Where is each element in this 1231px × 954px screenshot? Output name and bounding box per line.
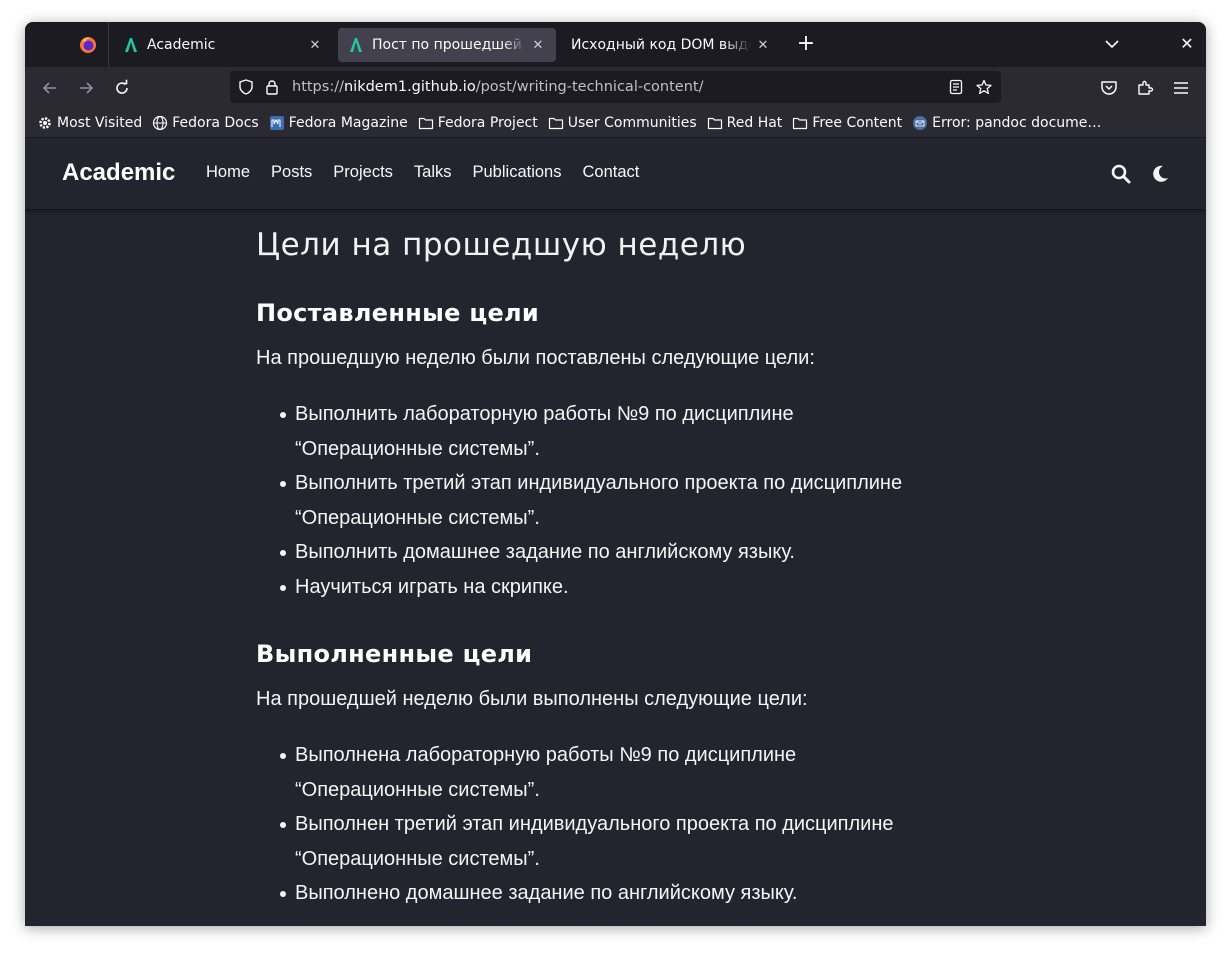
navigation-toolbar: https://nikdem1.github.io/post/writing-t…	[25, 67, 1206, 108]
bookmark-fedora-magazine[interactable]: Fedora Magazine	[269, 115, 408, 131]
site-navbar: Academic Home Posts Projects Talks Publi…	[25, 139, 1206, 209]
url-host: nikdem1.github.io	[343, 79, 476, 95]
close-window-button[interactable]: ✕	[1177, 34, 1197, 54]
folder-icon	[418, 117, 433, 129]
url-scheme: https://	[292, 79, 344, 95]
shield-icon[interactable]	[238, 79, 254, 95]
url-bar[interactable]: https://nikdem1.github.io/post/writing-t…	[230, 71, 1001, 103]
tab-title: Исходный код DOM выделения	[571, 37, 751, 53]
web-page: Academic Home Posts Projects Talks Publi…	[25, 139, 1206, 926]
tab-title: Academic	[147, 37, 216, 53]
menu-item-contact[interactable]: Contact	[582, 163, 639, 182]
bookmark-label: User Communities	[567, 114, 697, 131]
back-button[interactable]	[38, 76, 62, 100]
bookmark-label: Most Visited	[57, 114, 143, 131]
puzzle-icon	[1138, 80, 1154, 95]
close-tab-icon[interactable]: ✕	[530, 38, 546, 53]
academic-logo-icon	[125, 38, 137, 52]
bookmark-pandoc-error[interactable]: Error: pandoc docume…	[912, 115, 1101, 131]
url-path: /post/writing-technical-content/	[475, 79, 704, 95]
reader-view-icon[interactable]	[948, 79, 964, 95]
bookmarks-toolbar: Most Visited Fedora Docs Fedora Magazine…	[25, 108, 1206, 138]
bookmark-label: Error: pandoc docume…	[932, 114, 1102, 131]
list-item: Выполнено домашнее задание по английском…	[276, 876, 976, 911]
list-item: Выполнена лабораторную работы №9 по дисц…	[276, 738, 976, 807]
folder-icon	[548, 117, 563, 129]
fedora-magazine-icon	[269, 115, 284, 130]
globe-icon	[153, 115, 168, 130]
list-item: Выполнить лабораторную работы №9 по дисц…	[276, 397, 976, 466]
folder-icon	[707, 117, 722, 129]
close-tab-icon[interactable]: ✕	[755, 38, 771, 53]
site-brand-link[interactable]: Academic	[62, 159, 175, 187]
tab-post[interactable]: Пост по прошедшей неделе ✕	[338, 28, 556, 62]
forward-button[interactable]	[74, 76, 98, 100]
bookmark-label: Fedora Magazine	[288, 114, 408, 131]
new-tab-button[interactable]: +	[793, 32, 819, 58]
section-intro: На прошедшей неделю были выполнены следу…	[256, 688, 808, 710]
tab-title: Пост по прошедшей неделе	[372, 37, 526, 53]
bookmark-most-visited[interactable]: Most Visited	[37, 115, 142, 131]
list-item: Выполнить домашнее задание по английском…	[276, 535, 976, 570]
reload-icon	[116, 79, 128, 94]
reload-button[interactable]	[110, 76, 134, 100]
goals-list: Выполнить лабораторную работы №9 по дисц…	[276, 397, 976, 604]
tab-strip: Academic ✕ Пост по прошедшей неделе ✕ Ис…	[25, 22, 1206, 67]
browser-window: Academic ✕ Пост по прошедшей неделе ✕ Ис…	[25, 22, 1206, 926]
menu-item-projects[interactable]: Projects	[333, 163, 393, 182]
url-text[interactable]: https://nikdem1.github.io/post/writing-t…	[292, 71, 703, 103]
bookmark-label: Fedora Docs	[172, 114, 259, 131]
extensions-button[interactable]	[1133, 76, 1157, 100]
pocket-icon	[1101, 81, 1117, 95]
arrow-left-icon	[42, 82, 56, 94]
article: Цели на прошедшую неделю Поставленные це…	[256, 227, 976, 926]
section-heading: Выполненные цели	[256, 640, 533, 668]
bookmark-label: Red Hat	[726, 114, 783, 131]
arrow-right-icon	[80, 82, 94, 94]
list-item: Выполнен третий этап индивидуального про…	[276, 807, 976, 876]
bookmark-user-communities[interactable]: User Communities	[548, 115, 697, 131]
pocket-button[interactable]	[1097, 76, 1121, 100]
tab-dom-source[interactable]: Исходный код DOM выделения ✕	[561, 28, 781, 62]
menu-item-publications[interactable]: Publications	[473, 163, 562, 182]
menu-item-talks[interactable]: Talks	[414, 163, 452, 182]
list-item: Выполнить третий этап индивидуального пр…	[276, 466, 976, 535]
folder-icon	[793, 117, 808, 129]
star-icon[interactable]	[976, 79, 992, 95]
chevron-down-icon[interactable]	[1102, 34, 1122, 54]
bookmark-label: Fedora Project	[437, 114, 538, 131]
bookmark-fedora-docs[interactable]: Fedora Docs	[152, 114, 259, 131]
menu-item-home[interactable]: Home	[206, 163, 250, 182]
bookmark-page-icon	[913, 115, 928, 130]
bookmark-red-hat[interactable]: Red Hat	[707, 114, 783, 131]
firefox-icon	[79, 36, 96, 53]
menu-item-posts[interactable]: Posts	[271, 163, 312, 182]
site-menu: Home Posts Projects Talks Publications C…	[206, 163, 660, 182]
close-tab-icon[interactable]: ✕	[307, 38, 323, 53]
gear-icon	[39, 116, 51, 129]
list-item: Научиться играть на скрипке.	[276, 570, 976, 605]
bookmark-fedora-project[interactable]: Fedora Project	[418, 115, 538, 131]
hamburger-menu-icon	[1174, 82, 1188, 94]
search-icon[interactable]	[1110, 163, 1132, 185]
page-title: Цели на прошедшую неделю	[256, 227, 747, 263]
section-intro: На прошедшую неделю были поставлены след…	[256, 347, 815, 369]
academic-logo-icon	[350, 38, 362, 52]
tab-academic[interactable]: Academic ✕	[113, 28, 333, 62]
lock-icon[interactable]	[264, 79, 280, 95]
bookmark-label: Free Content	[812, 114, 903, 131]
menu-button[interactable]	[1169, 76, 1193, 100]
bookmark-free-content[interactable]: Free Content	[792, 115, 902, 131]
firefox-view-button[interactable]	[67, 22, 109, 67]
moon-icon[interactable]	[1149, 163, 1171, 185]
section-heading: Поставленные цели	[256, 299, 540, 327]
completed-list: Выполнена лабораторную работы №9 по дисц…	[276, 738, 976, 911]
